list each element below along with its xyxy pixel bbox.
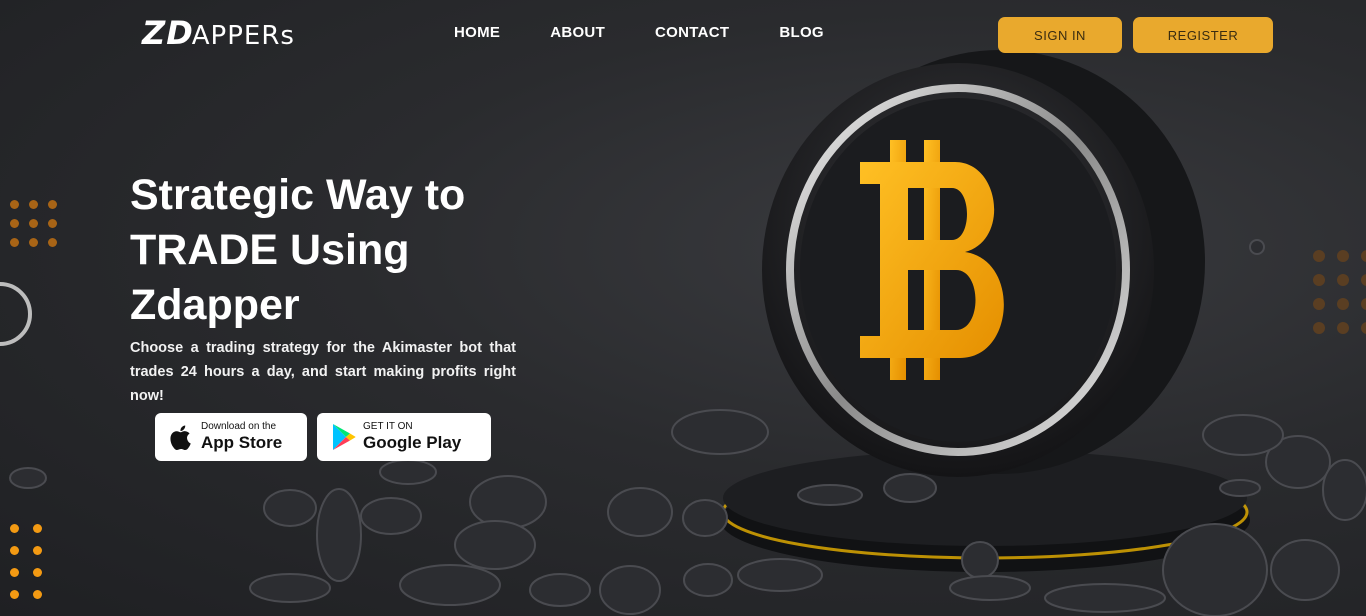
app-store-label: App Store <box>201 433 283 452</box>
logo-mark: ZD <box>142 14 194 52</box>
top-navbar: ZDAPPERs HOME ABOUT CONTACT BLOG SIGN IN… <box>0 0 1366 70</box>
hero-title: Strategic Way to TRADE Using Zdapper <box>130 171 466 329</box>
dots-decoration-left-bottom <box>10 524 42 599</box>
google-play-icon <box>325 423 363 451</box>
google-play-button[interactable]: GET IT ON Google Play <box>317 413 491 461</box>
apple-icon <box>163 424 201 450</box>
logo-wordmark: APPERs <box>191 21 295 51</box>
bitcoin-symbol <box>860 140 1004 380</box>
nav-home[interactable]: HOME <box>454 24 500 41</box>
google-play-label: Google Play <box>363 433 462 452</box>
register-button[interactable]: REGISTER <box>1133 17 1273 53</box>
nav-blog[interactable]: BLOG <box>779 24 824 41</box>
site-logo[interactable]: ZDAPPERs <box>142 14 312 52</box>
google-play-small-text: GET IT ON <box>363 421 413 432</box>
sign-in-button[interactable]: SIGN IN <box>998 17 1122 53</box>
dots-decoration-left-top <box>10 200 57 247</box>
dots-decoration-right <box>1313 250 1366 334</box>
nav-contact[interactable]: CONTACT <box>655 24 729 41</box>
hero-subtitle: Choose a trading strategy for the Akimas… <box>130 340 516 404</box>
app-store-button[interactable]: Download on the App Store <box>155 413 307 461</box>
nav-about[interactable]: ABOUT <box>550 24 605 41</box>
app-store-small-text: Download on the <box>201 421 277 432</box>
main-menu: HOME ABOUT CONTACT BLOG <box>454 24 824 41</box>
